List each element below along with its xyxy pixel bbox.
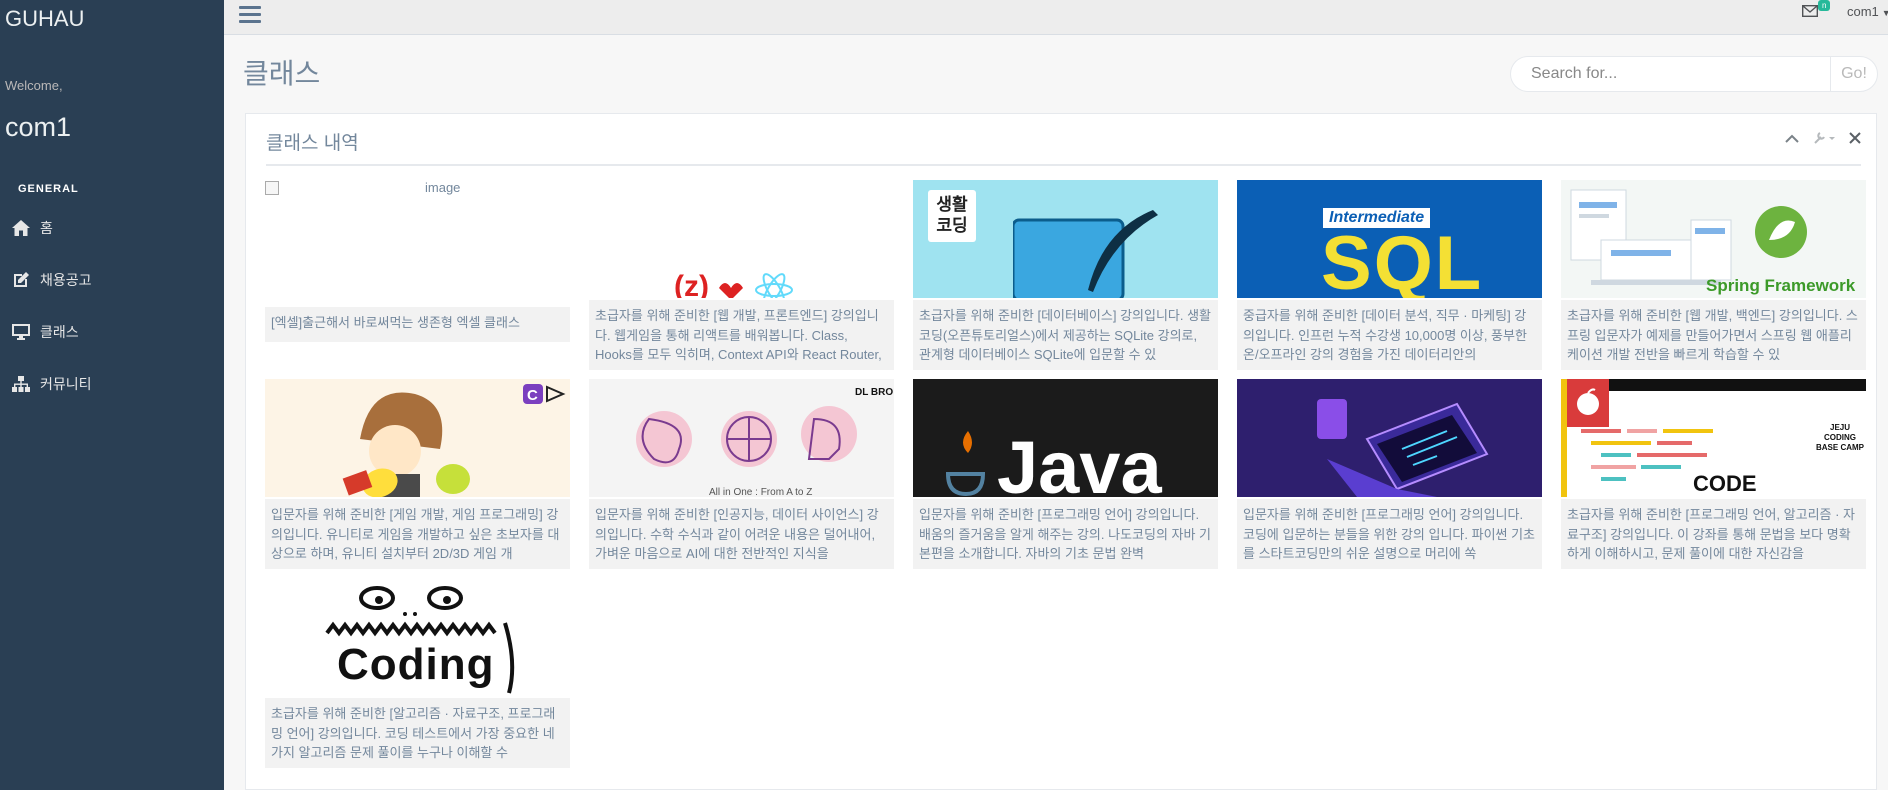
sidebar-item-class[interactable]: 클래스 — [10, 314, 215, 350]
class-description: 입문자를 위해 준비한 [프로그래밍 언어] 강의입니다. 코딩에 입문하는 분… — [1237, 499, 1542, 569]
user-profile-menu[interactable]: com1 ▼ — [1847, 4, 1888, 19]
class-description: 입문자를 위해 준비한 [프로그래밍 언어] 강의입니다. 배움의 즐거움을 알… — [913, 499, 1218, 569]
sidebar-item-label: 클래스 — [40, 324, 79, 340]
menu-toggle-icon[interactable] — [239, 6, 261, 26]
sql-logo-text: SQL — [1321, 221, 1484, 298]
class-description: 입문자를 위해 준비한 [게임 개발, 게임 프로그래밍] 강의입니다. 유니티… — [265, 499, 570, 569]
jeju-label: JEJU — [1830, 423, 1851, 432]
react-logo-art: (z) — [674, 270, 793, 298]
edit-icon — [10, 270, 32, 290]
sidebar-item-jobs[interactable]: 채용공고 — [10, 262, 215, 298]
java-logo-text: Java — [997, 426, 1162, 497]
search-group: Go! — [1510, 56, 1878, 92]
java-cup-icon — [945, 431, 986, 497]
image-icon — [265, 180, 279, 195]
game-character-illustration: C — [342, 384, 566, 497]
class-description: 초급자를 위해 준비한 [웹 개발, 백엔드] 강의입니다. 스프링 입문자가 … — [1561, 300, 1866, 370]
panel-toolbox — [1785, 131, 1861, 145]
welcome-text: Welcome, — [5, 78, 63, 93]
home-icon — [10, 218, 32, 238]
desktop-icon — [10, 322, 32, 342]
class-thumbnail[interactable] — [1237, 379, 1542, 497]
ai-brain-illustration — [636, 406, 857, 467]
laptop-illustration — [1317, 399, 1489, 497]
class-description: 초급자를 위해 준비한 [프로그래밍 언어, 알고리즘 · 자료구조] 강의입니… — [1561, 499, 1866, 569]
code-festival-title: CODE FESTIVAL — [1693, 471, 1757, 496]
class-description: 초급자를 위해 준비한 [데이터베이스] 강의입니다. 생활코딩(오픈튜토리얼스… — [913, 300, 1218, 370]
base-camp-label: BASE CAMP — [1816, 443, 1865, 452]
broken-image: image — [265, 180, 460, 195]
class-description: 초급자를 위해 준비한 [알고리즘 · 자료구조, 프로그래밍 언어] 강의입니… — [265, 698, 570, 768]
class-thumbnail[interactable]: Java — [913, 379, 1218, 497]
sidebar-item-label: 채용공고 — [40, 272, 92, 288]
sitemap-icon — [10, 374, 32, 394]
apple-icon — [1577, 388, 1599, 415]
top-username: com1 — [1847, 4, 1879, 19]
panel-header: 클래스 내역 — [266, 114, 1861, 166]
class-thumbnail[interactable]: (z) — [589, 180, 894, 298]
svg-text:(z): (z) — [674, 270, 709, 298]
class-thumbnail[interactable]: Intermediate SQL — [1237, 180, 1542, 298]
class-thumbnail[interactable]: image — [265, 180, 570, 298]
image-alt-text: image — [425, 180, 461, 195]
search-go-button[interactable]: Go! — [1830, 56, 1878, 92]
menu-section-title: GENERAL — [18, 183, 79, 195]
coding-label: CODING — [1824, 433, 1856, 442]
dl-bro-logo: DL BRO — [855, 387, 894, 398]
quill-icon — [1013, 210, 1158, 298]
class-thumbnail[interactable]: Spring Framework — [1561, 180, 1866, 298]
top-navbar — [224, 0, 1888, 35]
class-description: 초급자를 위해 준비한 [웹 개발, 프론트엔드] 강의입니다. 웹게임을 통해… — [589, 300, 894, 370]
class-description: [엑셀]출근해서 바로써먹는 생존형 엑셀 클래스 — [265, 307, 570, 342]
svg-text:C: C — [527, 387, 538, 404]
mail-icon[interactable] — [1801, 4, 1819, 22]
sidebar-item-label: 커뮤니티 — [40, 376, 92, 392]
panel-title: 클래스 내역 — [266, 133, 359, 154]
coding-doodle-text: Coding — [337, 640, 495, 689]
saenghwal-coding-logo: 생활 코딩 — [928, 190, 976, 242]
sidebar-item-community[interactable]: 커뮤니티 — [10, 366, 215, 402]
class-thumbnail[interactable]: Coding — [265, 578, 570, 696]
close-icon[interactable] — [1849, 132, 1861, 144]
brand-logo[interactable]: GUHAU — [5, 6, 84, 32]
class-description: 입문자를 위해 준비한 [인공지능, 데이터 사이언스] 강의입니다. 수학 수… — [589, 499, 894, 569]
class-thumbnail[interactable]: JEJU CODING BASE CAMP CODE FESTIVAL — [1561, 379, 1866, 497]
wrench-icon[interactable] — [1813, 131, 1835, 145]
jeju-coding-label: JEJU CODING BASE CAMP — [1816, 423, 1864, 453]
sidebar: GUHAU Welcome, com1 GENERAL 홈 채용공고 클래스 커… — [0, 0, 224, 790]
sidebar-item-home[interactable]: 홈 — [10, 210, 215, 246]
chevron-up-icon[interactable] — [1785, 134, 1799, 143]
caret-down-icon: ▼ — [1881, 8, 1888, 18]
sidebar-item-label: 홈 — [40, 220, 53, 236]
ai-thumb-caption: All in One : From A to Z — [709, 487, 813, 497]
class-thumbnail[interactable]: 생활 코딩 — [913, 180, 1218, 298]
page-title: 클래스 — [243, 58, 321, 89]
class-thumbnail[interactable]: C — [265, 379, 570, 497]
spring-framework-label: Spring Framework — [1706, 276, 1856, 295]
sidebar-username: com1 — [5, 112, 72, 142]
class-thumbnail[interactable]: DL BRO All in One : From A to Z — [589, 379, 894, 497]
search-input[interactable] — [1510, 56, 1830, 92]
class-description: 중급자를 위해 준비한 [데이터 분석, 직무 · 마케팅] 강의입니다. 인프… — [1237, 300, 1542, 370]
mail-count-badge: n — [1818, 0, 1831, 11]
